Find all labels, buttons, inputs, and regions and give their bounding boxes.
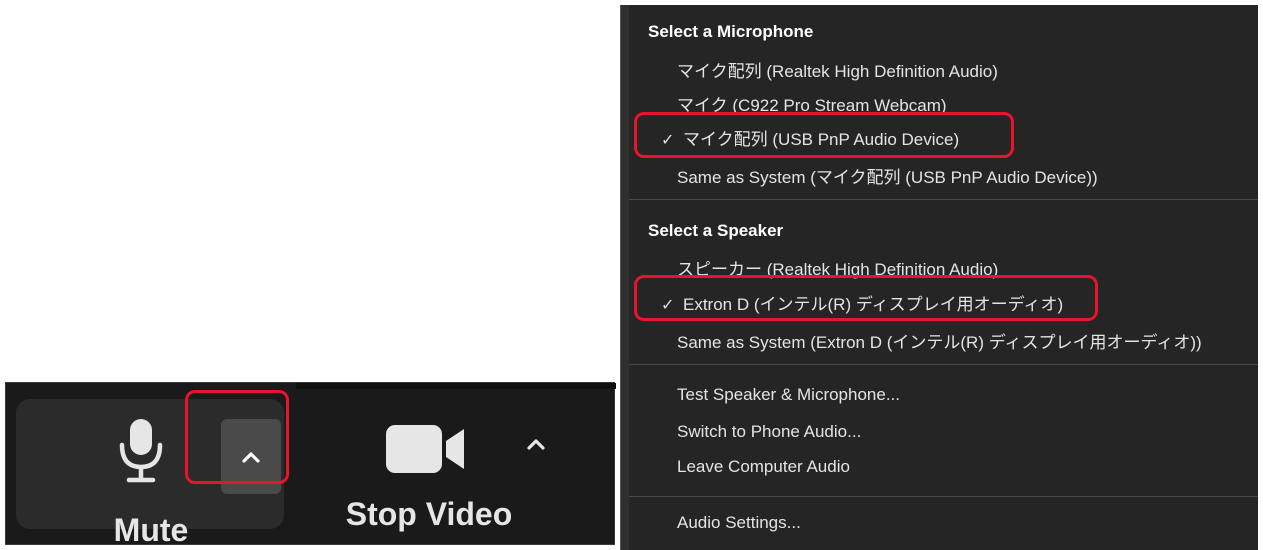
highlight-selected-speaker	[634, 275, 1098, 321]
toolbar-top-edge	[296, 383, 616, 389]
audio-settings-label: Audio Settings...	[677, 513, 801, 532]
microphone-heading: Select a Microphone	[648, 22, 814, 41]
microphone-item[interactable]: マイク配列 (Realtek High Definition Audio)	[677, 57, 998, 82]
switch-phone-audio-item[interactable]: Switch to Phone Audio...	[677, 422, 861, 442]
menu-edge	[621, 5, 629, 550]
test-speaker-mic-item[interactable]: Test Speaker & Microphone...	[677, 385, 900, 405]
microphone-item-label: マイク配列 (Realtek High Definition Audio)	[677, 62, 998, 81]
menu-divider	[629, 496, 1258, 497]
stop-video-label: Stop Video	[345, 496, 513, 532]
meeting-toolbar: Mute Stop Video	[5, 382, 616, 548]
menu-divider	[629, 199, 1258, 200]
highlight-audio-options	[185, 390, 289, 484]
highlight-selected-microphone	[634, 112, 1014, 158]
audio-settings-item[interactable]: Audio Settings...	[677, 513, 801, 533]
chevron-up-icon	[527, 439, 545, 450]
speaker-item[interactable]: Same as System (Extron D (インテル(R) ディスプレイ…	[677, 328, 1202, 353]
microphone-icon[interactable]	[116, 417, 166, 487]
speaker-item-label: Same as System (Extron D (インテル(R) ディスプレイ…	[677, 333, 1202, 352]
action-label: Leave Computer Audio	[677, 457, 850, 476]
mute-label: Mute	[113, 512, 189, 548]
video-camera-icon[interactable]	[384, 421, 470, 479]
microphone-item-label: Same as System (マイク配列 (USB PnP Audio Dev…	[677, 168, 1098, 187]
action-label: Test Speaker & Microphone...	[677, 385, 901, 404]
speaker-heading: Select a Speaker	[648, 221, 784, 240]
video-options-button[interactable]	[516, 419, 556, 469]
action-label: Switch to Phone Audio...	[677, 422, 862, 441]
leave-computer-audio-item[interactable]: Leave Computer Audio	[677, 457, 850, 477]
microphone-item[interactable]: Same as System (マイク配列 (USB PnP Audio Dev…	[677, 163, 1098, 188]
menu-divider	[629, 364, 1258, 365]
